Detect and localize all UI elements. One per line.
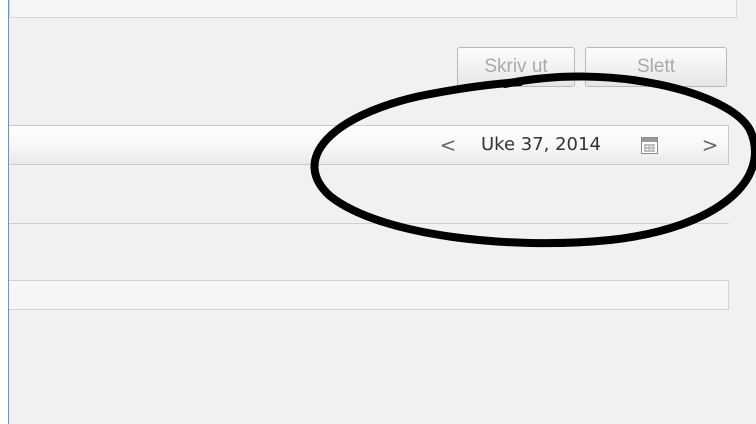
calendar-icon[interactable]: [641, 137, 658, 154]
section-divider: [9, 223, 729, 224]
top-text-field[interactable]: [9, 0, 737, 18]
calendar-icon-grid: [644, 144, 655, 152]
calendar-icon-header: [642, 138, 657, 142]
chevron-right-icon[interactable]: >: [697, 126, 723, 164]
week-navigation-bar: < Uke 37, 2014 >: [9, 125, 729, 165]
week-label: Uke 37, 2014: [481, 134, 601, 155]
delete-button[interactable]: Slett: [585, 47, 727, 87]
chevron-left-icon[interactable]: <: [435, 126, 461, 164]
main-panel: Skriv ut Slett < Uke 37, 2014 >: [8, 0, 756, 424]
print-button[interactable]: Skriv ut: [457, 47, 575, 87]
bottom-text-field[interactable]: [9, 280, 729, 310]
